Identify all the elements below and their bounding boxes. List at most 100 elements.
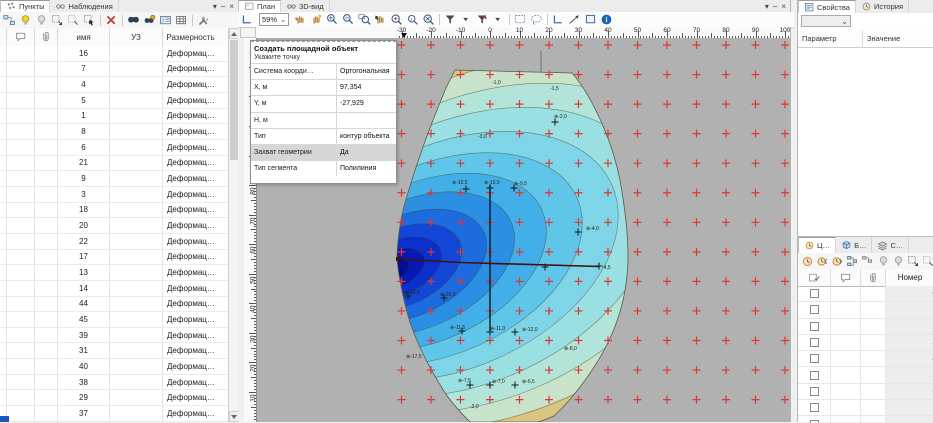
name-cell[interactable]: 29 — [58, 390, 110, 405]
table-row[interactable]: 4Деформац… — [0, 77, 228, 93]
y-coordinate-field[interactable]: -27,929 — [337, 100, 396, 107]
dimension-cell[interactable]: Деформац… — [163, 390, 218, 405]
clock-prev-button[interactable] — [815, 254, 829, 268]
dimension-cell[interactable]: Деформац… — [163, 375, 218, 390]
table-row[interactable]: 45Деформац… — [0, 312, 228, 328]
dimension-cell[interactable]: Деформац… — [163, 62, 218, 77]
cycle-row[interactable]: 1 — [798, 302, 933, 318]
info-button[interactable]: i — [599, 13, 614, 27]
dimension-cell[interactable]: Деформац… — [163, 46, 218, 61]
dimension-column-header[interactable]: Размерность — [163, 28, 218, 46]
cycle-row[interactable]: 5 — [798, 367, 933, 383]
dimension-cell[interactable]: Деформац… — [163, 297, 218, 312]
table-row[interactable]: 29 Деформац… — [0, 390, 228, 406]
number-cell[interactable]: 8 — [886, 416, 933, 423]
row-selector[interactable] — [0, 250, 7, 265]
name-cell[interactable]: 39 — [58, 328, 110, 343]
number-cell[interactable]: 2 — [886, 319, 933, 334]
comment-column-header[interactable] — [831, 269, 861, 286]
select-rect-button[interactable] — [907, 254, 921, 268]
attachment-column-header[interactable] — [35, 28, 58, 46]
row-selector[interactable] — [0, 62, 7, 77]
dimension-cell[interactable]: Деформац… — [163, 203, 218, 218]
tab-points-0[interactable]: Пункты — [0, 0, 50, 13]
pan-point-button[interactable] — [373, 13, 388, 27]
attachment-column-header[interactable] — [861, 269, 886, 286]
pan-hand-button[interactable] — [293, 13, 308, 27]
table-row[interactable]: 39Деформац… — [0, 328, 228, 344]
cycle-checkbox[interactable] — [798, 367, 831, 382]
tab-properties-1[interactable]: История — [856, 0, 909, 13]
zoom-window-button[interactable] — [357, 13, 372, 27]
row-selector[interactable] — [0, 390, 7, 405]
number-cell[interactable]: 6 — [886, 384, 933, 399]
marquee-select-button[interactable] — [513, 13, 528, 27]
tab-cycles-0[interactable]: Ц… — [798, 237, 836, 254]
zoom-real-button[interactable]: 1 — [405, 13, 420, 27]
tab-plan-1[interactable]: 3D-вид — [281, 0, 330, 12]
name-cell[interactable]: 38 — [58, 375, 110, 390]
dimension-cell[interactable]: Деформац… — [163, 359, 218, 374]
comment-column-header[interactable] — [7, 28, 35, 46]
name-cell[interactable]: 5 — [58, 93, 110, 108]
pan-hand-alt-button[interactable] — [309, 13, 324, 27]
cycle-checkbox[interactable] — [798, 384, 831, 399]
search-settings-button[interactable] — [142, 13, 157, 27]
number-column-header[interactable]: Номер — [886, 269, 933, 286]
table-row[interactable]: 3Деформац… — [0, 187, 228, 203]
dialog-row-snap[interactable]: Захват геометрии Да — [251, 144, 396, 160]
name-cell[interactable]: 22 — [58, 234, 110, 249]
properties-filter-select[interactable]: ⌄ — [801, 15, 851, 27]
frame-mode-button[interactable] — [583, 13, 598, 27]
cycle-row[interactable]: 2 — [798, 319, 933, 335]
row-selector[interactable] — [0, 93, 7, 108]
cycle-checkbox[interactable] — [798, 400, 831, 415]
parameter-column-header[interactable]: Параметр — [798, 30, 863, 47]
name-cell[interactable]: 1 — [58, 109, 110, 124]
segment-type-field[interactable]: Полилиния — [337, 165, 396, 172]
row-selector[interactable] — [0, 343, 7, 358]
zoom-all-button[interactable] — [421, 13, 436, 27]
dimension-cell[interactable]: Деформац… — [163, 343, 218, 358]
fit-view-button[interactable] — [240, 13, 255, 27]
name-cell[interactable]: 45 — [58, 312, 110, 327]
table-row[interactable]: 31Деформац… — [0, 343, 228, 359]
select-column-header[interactable] — [798, 269, 831, 286]
cycle-row[interactable]: 6 — [798, 384, 933, 400]
tab-points-1[interactable]: Наблюдения — [50, 0, 118, 12]
dimension-cell[interactable]: Деформац… — [163, 124, 218, 139]
zoom-out-button[interactable] — [341, 13, 356, 27]
number-cell[interactable]: 5 — [886, 367, 933, 382]
number-cell[interactable]: 4 — [886, 351, 933, 366]
cycle-checkbox[interactable] — [798, 335, 831, 350]
name-cell[interactable]: 8 — [58, 124, 110, 139]
card-view-button[interactable] — [158, 13, 173, 27]
select-cursor-button[interactable] — [82, 13, 97, 27]
name-cell[interactable]: 14 — [58, 281, 110, 296]
name-cell[interactable]: 7 — [58, 62, 110, 77]
table-row[interactable]: 21Деформац… — [0, 156, 228, 172]
dimension-cell[interactable]: Деформац… — [163, 187, 218, 202]
name-cell[interactable]: 37 — [58, 406, 110, 421]
cycle-checkbox[interactable] — [798, 351, 831, 366]
number-cell[interactable]: 7 — [886, 400, 933, 415]
table-row[interactable]: 1Деформац… — [0, 109, 228, 125]
dialog-row-type[interactable]: Тип контур объекта — [251, 128, 396, 144]
table-row[interactable]: 37Деформац… — [0, 406, 228, 422]
tools-button[interactable] — [196, 13, 211, 27]
dimension-cell[interactable]: Деформац… — [163, 218, 218, 233]
chevron-button[interactable] — [459, 13, 474, 27]
dimension-cell[interactable]: Деформац… — [163, 77, 218, 92]
tab-plan-0[interactable]: План — [238, 0, 281, 13]
cycle-checkbox[interactable] — [798, 416, 831, 423]
row-selector[interactable] — [0, 297, 7, 312]
bulb-off-2-button[interactable] — [891, 254, 905, 268]
table-row[interactable]: 9Деформац… — [0, 171, 228, 187]
row-selector[interactable] — [0, 281, 7, 296]
row-selector[interactable] — [0, 156, 7, 171]
row-selector[interactable] — [0, 77, 7, 92]
cycle-row[interactable]: 4 — [798, 351, 933, 367]
panel-menu-icon[interactable]: ▾ — [213, 2, 217, 11]
number-cell[interactable]: 0 — [886, 286, 933, 301]
cycle-checkbox[interactable] — [798, 286, 831, 301]
